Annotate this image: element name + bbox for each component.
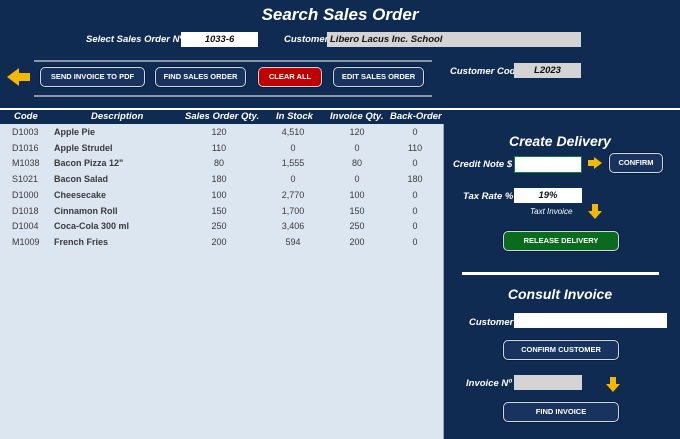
cell-code: D1004 — [12, 221, 39, 232]
consult-customer-field[interactable] — [514, 313, 667, 328]
cell-invoice-qty: 250 — [349, 221, 365, 232]
cell-code: D1016 — [12, 142, 39, 153]
header-back-order: Back-Order — [390, 111, 442, 122]
create-delivery-title: Create Delivery — [509, 133, 611, 149]
cell-in-stock: 3,406 — [281, 221, 305, 232]
cell-invoice-qty: 200 — [349, 236, 365, 247]
back-arrow-icon[interactable] — [7, 68, 30, 86]
cell-code: D1003 — [12, 127, 39, 137]
invoice-number-label: Invoice Nº — [466, 378, 512, 389]
tax-rate-field[interactable]: 19% — [514, 188, 582, 203]
cell-description: Bacon Salad — [54, 174, 109, 185]
cell-back-order: 110 — [407, 142, 423, 153]
page-title: Search Sales Order — [261, 5, 419, 24]
cell-invoice-qty: 0 — [354, 174, 360, 185]
table-row[interactable]: D1003 Apple Pie 120 4,510 120 0 — [0, 125, 444, 141]
down-arrow-icon — [606, 377, 620, 392]
cell-description: French Fries — [54, 236, 109, 247]
cell-description: Apple Strudel — [54, 142, 113, 153]
cell-back-order: 0 — [412, 127, 418, 137]
customer-field: Libero Lacus Inc. School — [327, 32, 581, 47]
release-delivery-button[interactable]: RELEASE DELIVERY — [503, 231, 619, 251]
table-row[interactable]: D1018 Cinnamon Roll 150 1,700 150 0 — [0, 204, 444, 220]
cell-in-stock: 0 — [290, 142, 296, 153]
cell-in-stock: 4,510 — [281, 127, 305, 137]
cell-back-order: 0 — [412, 205, 418, 216]
credit-note-field[interactable] — [514, 156, 582, 173]
cell-back-order: 0 — [412, 236, 418, 247]
consult-invoice-title: Consult Invoice — [507, 286, 613, 302]
cell-sales-qty: 80 — [213, 158, 224, 169]
consult-customer-label: Customer — [469, 317, 514, 328]
cell-invoice-qty: 120 — [349, 127, 365, 137]
table-row[interactable]: D1016 Apple Strudel 110 0 0 110 — [0, 141, 444, 157]
cell-sales-qty: 110 — [211, 142, 227, 153]
cell-invoice-qty: 0 — [354, 142, 360, 153]
cell-sales-qty: 200 — [211, 236, 227, 247]
cell-sales-qty: 100 — [211, 189, 227, 200]
header-sales-order-qty: Sales Order Qty. — [185, 111, 260, 122]
confirm-button[interactable]: CONFIRM — [609, 153, 663, 173]
cell-in-stock: 2,770 — [281, 189, 305, 200]
cell-sales-qty: 180 — [211, 174, 227, 185]
find-sales-order-button[interactable]: FIND SALES ORDER — [155, 67, 246, 87]
cell-code: D1018 — [12, 205, 39, 216]
header-in-stock: In Stock — [276, 111, 313, 122]
cell-in-stock: 1,555 — [281, 158, 305, 169]
panel-separator — [462, 272, 659, 275]
table-row[interactable]: D1004 Coca-Cola 300 ml 250 3,406 250 0 — [0, 219, 444, 235]
invoice-number-field[interactable] — [514, 375, 582, 390]
header-description: Description — [91, 111, 144, 122]
right-arrow-icon — [588, 157, 602, 169]
cell-back-order: 180 — [407, 174, 423, 185]
customer-code-label: Customer Code — [450, 66, 521, 77]
cell-sales-qty: 250 — [211, 221, 227, 232]
cell-back-order: 0 — [412, 158, 418, 169]
cell-invoice-qty: 100 — [349, 189, 365, 200]
customer-code-field: L2023 — [514, 63, 581, 78]
cell-sales-qty: 150 — [211, 205, 227, 216]
cell-description: Coca-Cola 300 ml — [54, 221, 130, 232]
confirm-customer-button[interactable]: CONFIRM CUSTOMER — [503, 340, 619, 360]
customer-label: Customer — [284, 34, 329, 45]
order-lines-table: D1003 Apple Pie 120 4,510 120 0 D1016 Ap… — [0, 124, 444, 439]
order-number-field[interactable]: 1033-6 — [181, 32, 258, 47]
cell-invoice-qty: 150 — [349, 205, 365, 216]
select-order-label: Select Sales Order Nº — [86, 34, 183, 45]
table-row[interactable]: D1000 Cheesecake 100 2,770 100 0 — [0, 188, 444, 204]
cell-code: M1009 — [12, 236, 40, 247]
clear-all-button[interactable]: CLEAR ALL — [258, 67, 322, 87]
table-row[interactable]: M1038 Bacon Pizza 12" 80 1,555 80 0 — [0, 156, 444, 172]
send-invoice-pdf-button[interactable]: SEND INVOICE TO PDF — [40, 67, 145, 87]
cell-in-stock: 0 — [290, 174, 296, 185]
cell-in-stock: 594 — [285, 236, 301, 247]
taxt-invoice-note: Taxt Invoice — [530, 207, 573, 216]
header-code: Code — [14, 111, 38, 122]
tax-rate-label: Tax Rate % — [463, 191, 514, 202]
table-row[interactable]: M1009 French Fries 200 594 200 0 — [0, 235, 444, 251]
cell-invoice-qty: 80 — [351, 158, 362, 169]
credit-note-label: Credit Note $ — [453, 159, 513, 170]
cell-in-stock: 1,700 — [281, 205, 305, 216]
header-invoice-qty: Invoice Qty. — [330, 111, 384, 122]
cell-description: Cheesecake — [54, 189, 107, 200]
cell-back-order: 0 — [412, 221, 418, 232]
cell-description: Cinnamon Roll — [54, 205, 118, 216]
cell-code: M1038 — [12, 158, 40, 169]
cell-back-order: 0 — [412, 189, 418, 200]
edit-sales-order-button[interactable]: EDIT SALES ORDER — [333, 67, 424, 87]
cell-description: Bacon Pizza 12" — [54, 158, 124, 169]
down-arrow-icon — [588, 204, 602, 219]
cell-code: D1000 — [12, 189, 39, 200]
find-invoice-button[interactable]: FIND INVOICE — [503, 402, 619, 422]
cell-code: S1021 — [12, 174, 39, 185]
divider — [0, 108, 680, 110]
cell-sales-qty: 120 — [211, 127, 227, 137]
cell-description: Apple Pie — [54, 127, 96, 137]
table-row[interactable]: S1021 Bacon Salad 180 0 0 180 — [0, 172, 444, 188]
